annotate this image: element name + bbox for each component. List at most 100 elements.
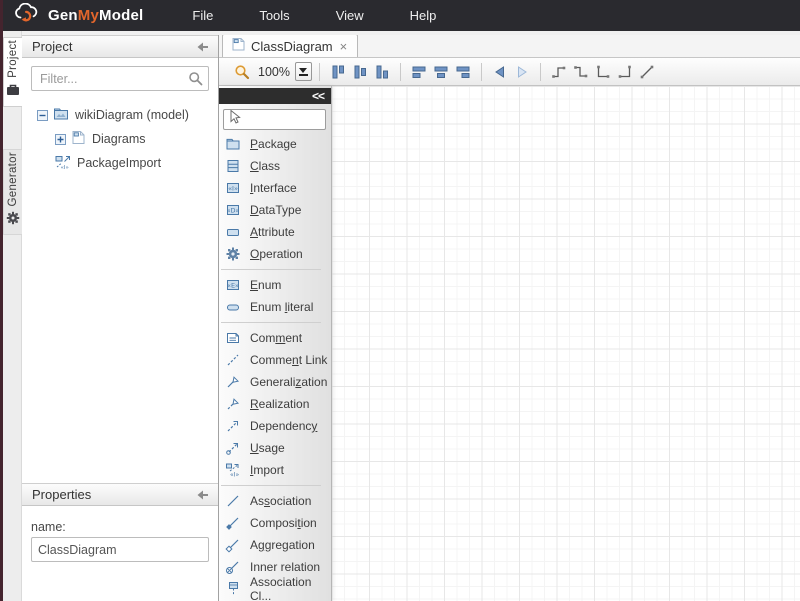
palette-separator — [221, 485, 321, 486]
palette-item-label: Enum — [250, 278, 281, 292]
tab-classdiagram[interactable]: ClassDiagram × — [222, 34, 358, 57]
project-panel-title: Project — [32, 39, 72, 54]
project-panel-header: Project — [22, 35, 218, 58]
connector-corner-left-icon[interactable] — [592, 61, 614, 83]
palette-item-label: Aggregation — [250, 538, 315, 552]
palette-item-interface[interactable]: «I»Interface — [219, 177, 331, 199]
connector-step-up-icon[interactable] — [548, 61, 570, 83]
palette-item-operation[interactable]: Operation — [219, 243, 331, 265]
inner-relation-icon — [225, 559, 241, 575]
palette-item-comment[interactable]: Comment — [219, 327, 331, 349]
palette-item-import[interactable]: «I» Import — [219, 459, 331, 481]
palette-item-label: Package — [250, 137, 297, 151]
collapse-properties-icon[interactable] — [194, 488, 210, 502]
cloud-logo-icon — [12, 3, 42, 29]
align-top-icon[interactable] — [408, 61, 430, 83]
composition-icon — [225, 515, 241, 531]
enum-icon: «E» — [225, 277, 241, 293]
import-icon: «I» — [225, 462, 241, 478]
palette-item-attribute[interactable]: Attribute — [219, 221, 331, 243]
menubar: GenMyModel FileToolsViewHelp — [0, 0, 800, 31]
align-right-icon[interactable] — [371, 61, 393, 83]
filter-input[interactable] — [31, 66, 209, 91]
tree-node-diagrams[interactable]: Diagrams — [22, 127, 218, 151]
tab-title: ClassDiagram — [251, 39, 333, 54]
previous-icon[interactable] — [489, 61, 511, 83]
class-icon — [225, 158, 241, 174]
palette-item-label: Class — [250, 159, 280, 173]
palette-item-label: Import — [250, 463, 284, 477]
menu-items: FileToolsViewHelp — [169, 2, 459, 29]
name-field-label: name: — [31, 520, 209, 534]
selection-tool-button[interactable] — [223, 109, 326, 130]
tree-node-label: PackageImport — [77, 156, 161, 170]
palette-item-composition[interactable]: Composition — [219, 512, 331, 534]
connector-step-down-icon[interactable] — [570, 61, 592, 83]
menu-help[interactable]: Help — [387, 2, 460, 29]
align-center-icon[interactable] — [349, 61, 371, 83]
menu-tools[interactable]: Tools — [236, 2, 312, 29]
svg-text:«E»: «E» — [227, 282, 239, 290]
collapse-panel-icon[interactable] — [194, 40, 210, 54]
palette-item-enum-literal[interactable]: Enum literal — [219, 296, 331, 318]
zoom-level: 100% — [258, 65, 290, 79]
tree-node-wikidiagram[interactable]: wikiDiagram (model) — [22, 103, 218, 127]
collapse-chevrons-icon: << — [312, 89, 324, 103]
palette-item-generalization[interactable]: Generalization — [219, 371, 331, 393]
align-left-icon[interactable] — [327, 61, 349, 83]
connector-corner-right-icon[interactable] — [614, 61, 636, 83]
palette-item-association[interactable]: Association — [219, 490, 331, 512]
datatype-icon: «D» — [225, 202, 241, 218]
tree-node-packageimport[interactable]: «I»PackageImport — [22, 151, 218, 175]
palette-separator — [221, 322, 321, 323]
toolbar-separator — [400, 63, 401, 81]
connector-straight-icon[interactable] — [636, 61, 658, 83]
menu-view[interactable]: View — [313, 2, 387, 29]
realization-icon — [225, 396, 241, 412]
zoom-dropdown-button[interactable] — [295, 62, 312, 81]
palette-item-label: Comment — [250, 331, 302, 345]
palette-item-label: Inner relation — [250, 560, 320, 574]
palette-item-usage[interactable]: Usage — [219, 437, 331, 459]
brand-logo[interactable]: GenMyModel — [12, 3, 143, 29]
palette-item-class[interactable]: Class — [219, 155, 331, 177]
palette-item-aggregation[interactable]: Aggregation — [219, 534, 331, 556]
zoom-magnifier-icon[interactable] — [231, 61, 253, 83]
palette-item-package[interactable]: Package — [219, 133, 331, 155]
association-icon — [225, 493, 241, 509]
palette-item-realization[interactable]: Realization — [219, 393, 331, 415]
palette-item-datatype[interactable]: «D»DataType — [219, 199, 331, 221]
aggregation-icon — [225, 537, 241, 553]
palette-item-dependency[interactable]: Dependency — [219, 415, 331, 437]
side-tab-project[interactable]: Project — [3, 37, 22, 107]
align-bottom-icon[interactable] — [452, 61, 474, 83]
editor-toolbar: 100% — [219, 58, 800, 86]
palette-item-comment-link[interactable]: Comment Link — [219, 349, 331, 371]
brand-name: GenMyModel — [48, 7, 143, 24]
palette-collapse-button[interactable]: << — [219, 88, 331, 104]
association-class-icon — [225, 581, 241, 597]
tab-close-icon[interactable]: × — [339, 40, 349, 53]
side-tab-generator[interactable]: Generator — [3, 149, 22, 235]
expand-toggle-icon[interactable] — [55, 134, 66, 145]
palette-item-label: Usage — [250, 441, 285, 455]
palette-item-label: Association Cl... — [250, 575, 331, 601]
collapse-toggle-icon[interactable] — [37, 110, 48, 121]
align-middle-icon[interactable] — [430, 61, 452, 83]
comment-link-icon — [225, 352, 241, 368]
diagram-editor: ClassDiagram × 100% << — [219, 35, 800, 601]
svg-text:«I»: «I» — [230, 472, 239, 479]
editor-tabbar: ClassDiagram × — [219, 35, 800, 58]
palette-item-enum[interactable]: «E» Enum — [219, 274, 331, 296]
properties-panel-header: Properties — [22, 483, 218, 506]
attribute-icon — [225, 224, 241, 240]
menu-file[interactable]: File — [169, 2, 236, 29]
palette-item-association-cl[interactable]: Association Cl... — [219, 578, 331, 600]
interface-icon: «I» — [225, 180, 241, 196]
project-tree: wikiDiagram (model)Diagrams«I»PackageImp… — [22, 95, 218, 175]
next-icon[interactable] — [511, 61, 533, 83]
name-field-input[interactable] — [31, 537, 209, 562]
palette-item-label: Attribute — [250, 225, 295, 239]
palette-item-label: Enum literal — [250, 300, 313, 314]
palette-separator — [221, 269, 321, 270]
